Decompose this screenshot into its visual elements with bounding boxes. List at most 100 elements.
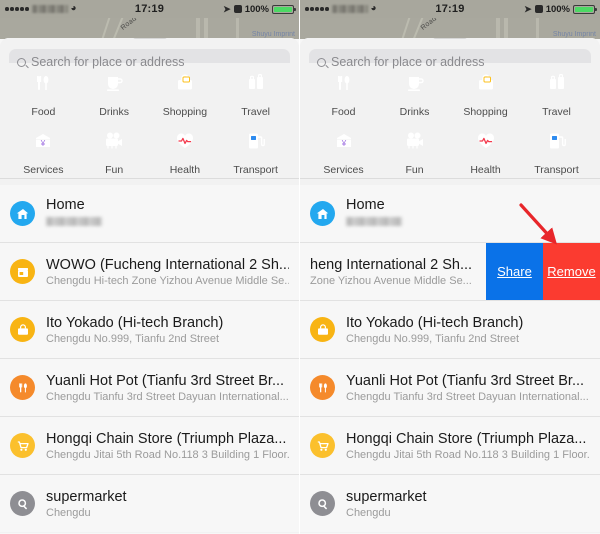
battery-percent-label: 100% bbox=[244, 3, 269, 15]
sheet-drag-handle[interactable] bbox=[132, 38, 167, 39]
list-item[interactable]: Yuanli Hot Pot (Tianfu 3rd Street Br... … bbox=[0, 359, 299, 416]
search-icon bbox=[317, 57, 326, 67]
shopping-bag-icon bbox=[310, 317, 335, 342]
list-item[interactable]: supermarket Chengdu bbox=[300, 475, 600, 532]
gas-pump-icon bbox=[236, 121, 276, 161]
list-item-subtitle: Chengdu Tianfu 3rd Street Dayuan Interna… bbox=[346, 390, 589, 403]
map-attribution: Shuyu Imprint bbox=[251, 31, 295, 38]
category-divider bbox=[0, 178, 299, 179]
places-list-right: Home heng International 2 Sh... Zone Yiz… bbox=[300, 185, 600, 532]
category-drinks[interactable]: Drinks bbox=[384, 63, 446, 118]
battery-icon bbox=[272, 4, 296, 14]
remove-button[interactable]: Remove bbox=[543, 243, 600, 300]
rotation-lock-icon bbox=[534, 5, 543, 13]
heart-pulse-icon bbox=[466, 121, 506, 161]
store-icon bbox=[10, 259, 35, 284]
list-item-title: Ito Yokado (Hi-tech Branch) bbox=[46, 314, 224, 331]
home-icon bbox=[310, 201, 335, 226]
list-item-title: Yuanli Hot Pot (Tianfu 3rd Street Br... bbox=[346, 372, 585, 389]
sheet-drag-handle[interactable] bbox=[433, 38, 467, 39]
heart-pulse-icon bbox=[165, 121, 205, 161]
category-label: Food bbox=[31, 106, 56, 118]
category-shopping[interactable]: Shopping bbox=[154, 63, 216, 118]
category-services[interactable]: ¥ Services bbox=[313, 121, 375, 176]
category-label: Services bbox=[23, 164, 64, 176]
list-item[interactable]: Home bbox=[0, 185, 299, 242]
shopping-bag-icon bbox=[165, 63, 205, 103]
category-travel[interactable]: Travel bbox=[225, 63, 287, 118]
share-button[interactable]: Share bbox=[486, 243, 543, 300]
list-item-swiped[interactable]: heng International 2 Sh... Zone Yizhou A… bbox=[300, 243, 600, 300]
category-health[interactable]: Health bbox=[154, 121, 216, 176]
list-item-title: Ito Yokado (Hi-tech Branch) bbox=[346, 314, 524, 331]
list-item-title: Home bbox=[346, 196, 385, 213]
list-item-subtitle: Chengdu Jitai 5th Road No.118 3 Building… bbox=[346, 448, 590, 461]
list-item-subtitle: Chengdu Jitai 5th Road No.118 3 Building… bbox=[46, 448, 289, 461]
category-shopping[interactable]: Shopping bbox=[455, 63, 517, 118]
category-label: Transport bbox=[233, 164, 278, 176]
list-item-title: Home bbox=[46, 196, 85, 213]
gas-pump-icon bbox=[537, 121, 577, 161]
category-row-2: ¥ Services Fun Health Transport bbox=[0, 121, 299, 176]
category-grid: Food Drinks Shopping Travel ¥ Services F… bbox=[0, 63, 299, 185]
map-attribution: Shuyu Imprint bbox=[552, 31, 596, 38]
list-item-subtitle: Chengdu No.999, Tianfu 2nd Street bbox=[346, 332, 520, 345]
location-arrow-icon: ➤ bbox=[524, 3, 532, 14]
search-icon bbox=[310, 491, 335, 516]
category-fun[interactable]: Fun bbox=[384, 121, 446, 176]
status-bar-right: ➤ 100% bbox=[223, 3, 296, 15]
fork-knife-icon bbox=[310, 375, 335, 400]
list-item[interactable]: Ito Yokado (Hi-tech Branch) Chengdu No.9… bbox=[0, 301, 299, 358]
movie-camera-icon bbox=[94, 121, 134, 161]
list-item[interactable]: supermarket Chengdu bbox=[0, 475, 299, 532]
list-item[interactable]: Hongqi Chain Store (Triumph Plaza... Che… bbox=[0, 417, 299, 474]
category-transport[interactable]: Transport bbox=[225, 121, 287, 176]
bottom-sheet: Search for place or address Food Drinks … bbox=[0, 38, 299, 533]
battery-icon bbox=[573, 4, 597, 14]
list-item[interactable]: Hongqi Chain Store (Triumph Plaza... Che… bbox=[300, 417, 600, 474]
list-item-subtitle: Chengdu No.999, Tianfu 2nd Street bbox=[46, 332, 220, 345]
list-item[interactable]: Home bbox=[300, 185, 600, 242]
shopping-bag-icon bbox=[10, 317, 35, 342]
bank-yen-icon: ¥ bbox=[324, 121, 364, 161]
category-services[interactable]: ¥ Services bbox=[12, 121, 74, 176]
list-item[interactable]: Yuanli Hot Pot (Tianfu 3rd Street Br... … bbox=[300, 359, 600, 416]
list-item-subtitle-blurred bbox=[346, 216, 402, 226]
category-label: Health bbox=[470, 164, 501, 176]
phone-screenshot-right: ◕ 17:19 ➤ 100% Road Shuyu Imprint Search… bbox=[300, 0, 600, 534]
category-label: Shopping bbox=[162, 106, 208, 118]
list-item-title: supermarket bbox=[46, 488, 127, 505]
category-label: Services bbox=[323, 164, 364, 176]
status-bar: ◕ 17:19 ➤ 100% bbox=[300, 0, 600, 18]
category-food[interactable]: Food bbox=[313, 63, 375, 118]
shopping-bag-icon bbox=[466, 63, 506, 103]
category-food[interactable]: Food bbox=[12, 63, 74, 118]
category-travel[interactable]: Travel bbox=[526, 63, 588, 118]
category-label: Shopping bbox=[463, 106, 508, 118]
category-label: Food bbox=[331, 106, 356, 118]
shopping-cart-icon bbox=[310, 433, 335, 458]
map-preview-strip[interactable]: Road Shuyu Imprint bbox=[0, 18, 299, 39]
list-item-title: Yuanli Hot Pot (Tianfu 3rd Street Br... bbox=[46, 372, 285, 389]
list-item[interactable]: Ito Yokado (Hi-tech Branch) Chengdu No.9… bbox=[300, 301, 600, 358]
luggage-icon bbox=[236, 63, 276, 103]
map-preview-strip[interactable]: Road Shuyu Imprint bbox=[300, 18, 600, 39]
cup-icon bbox=[395, 63, 435, 103]
category-label: Drinks bbox=[399, 106, 430, 118]
list-item-title: WOWO (Fucheng International 2 Sh... bbox=[46, 256, 289, 273]
map-road-label: Road bbox=[119, 18, 139, 32]
screenshot-root: ◕ 17:19 ➤ 100% Road Shuyu Imprint Search… bbox=[0, 0, 600, 534]
category-health[interactable]: Health bbox=[455, 121, 517, 176]
category-row-1: Food Drinks Shopping Travel bbox=[0, 63, 299, 118]
category-transport[interactable]: Transport bbox=[526, 121, 588, 176]
category-drinks[interactable]: Drinks bbox=[83, 63, 145, 118]
search-icon bbox=[10, 491, 35, 516]
category-fun[interactable]: Fun bbox=[83, 121, 145, 176]
places-list-left: Home WOWO (Fucheng International 2 Sh...… bbox=[0, 185, 299, 532]
fork-knife-icon bbox=[23, 63, 63, 103]
svg-text:¥: ¥ bbox=[340, 139, 346, 148]
movie-camera-icon bbox=[395, 121, 435, 161]
status-bar-right: ➤ 100% bbox=[524, 3, 597, 15]
category-label: Travel bbox=[542, 106, 571, 118]
list-item[interactable]: WOWO (Fucheng International 2 Sh... Chen… bbox=[0, 243, 299, 300]
